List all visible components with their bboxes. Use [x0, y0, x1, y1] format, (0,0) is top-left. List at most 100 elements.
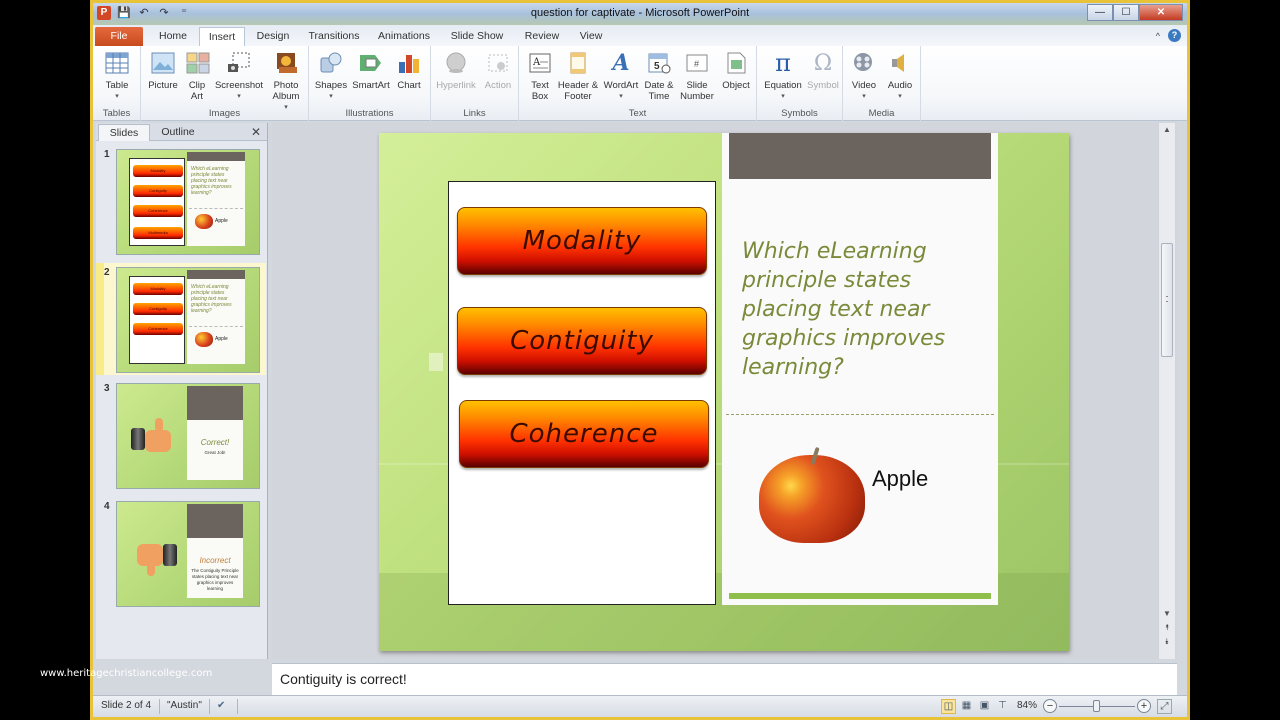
apple-thumbnail-icon [195, 332, 213, 347]
zoom-out-button[interactable]: − [1043, 699, 1057, 713]
notes-pane[interactable]: Contiguity is correct! [272, 663, 1177, 695]
title-bar: P 💾 ↶ ↷ ⁼ question for captivate - Micro… [93, 3, 1187, 25]
tab-file[interactable]: File [95, 27, 143, 46]
workspace: Slides Outline ✕ 1 Modality Contiguity C… [93, 121, 1187, 695]
thumbs-down-icon [129, 544, 179, 576]
svg-text:A: A [532, 57, 541, 68]
minimize-button[interactable]: — [1087, 4, 1113, 21]
table-button[interactable]: Table ▾ [101, 50, 133, 102]
audio-button[interactable]: Audio ▾ [883, 50, 917, 102]
tab-animations[interactable]: Animations [373, 27, 435, 46]
vertical-scrollbar[interactable]: ▲ ▼ ⯭ ⯯ [1158, 123, 1175, 659]
reading-view-icon[interactable]: ▣ [977, 699, 992, 714]
shapes-icon [318, 50, 344, 76]
smartart-button[interactable]: SmartArt [351, 50, 391, 91]
slide-sorter-view-icon[interactable]: ▦ [959, 699, 974, 714]
header-footer-icon [565, 50, 591, 76]
tab-review[interactable]: Review [519, 27, 565, 46]
insert-ribbon: Table ▾ Tables Picture Clip Art Screensh… [93, 46, 1187, 121]
equation-icon: π [775, 48, 791, 77]
tab-view[interactable]: View [573, 27, 609, 46]
header-footer-button[interactable]: Header & Footer [557, 50, 599, 102]
table-icon [104, 50, 130, 76]
scroll-down-icon[interactable]: ▼ [1159, 609, 1175, 618]
equation-button[interactable]: π Equation ▾ [761, 50, 805, 102]
slide-thumbnail-3[interactable]: 3 Correct! Great Job! [96, 379, 266, 491]
picture-icon [150, 50, 176, 76]
object-button[interactable]: Object [719, 50, 753, 91]
notes-text[interactable]: Contiguity is correct! [280, 671, 407, 687]
chart-button[interactable]: Chart [393, 50, 425, 91]
next-slide-icon[interactable]: ⯯ [1159, 637, 1175, 647]
shapes-button[interactable]: Shapes ▾ [313, 50, 349, 102]
symbol-button[interactable]: Ω Symbol [805, 50, 841, 91]
slide-thumbnail-4[interactable]: 4 Incorrect The Contiguity Principle sta… [96, 497, 266, 609]
clip-art-button[interactable]: Clip Art [185, 50, 210, 102]
normal-view-icon[interactable]: ◫ [941, 699, 956, 714]
picture-button[interactable]: Picture [145, 50, 181, 91]
thumbnail-image: Incorrect The Contiguity Principle state… [116, 501, 260, 607]
apple-image [759, 446, 865, 543]
close-pane-icon[interactable]: ✕ [251, 125, 261, 139]
text-box-button[interactable]: A Text Box [525, 50, 555, 102]
group-media: Video ▾ Audio ▾ Media [843, 46, 921, 121]
ribbon-right-controls: ^ ? [1156, 29, 1181, 42]
slide-thumbnail-1[interactable]: 1 Modality Contiguity Coherence Multimed… [96, 145, 266, 257]
window-title: question for captivate - Microsoft Power… [530, 7, 750, 19]
slide-number: 3 [104, 383, 110, 394]
apple-label: Apple [872, 466, 929, 491]
theme-name[interactable]: "Austin" [167, 700, 202, 711]
slide-number: 2 [104, 267, 110, 278]
tab-transitions[interactable]: Transitions [303, 27, 365, 46]
thumbnail-image: Correct! Great Job! [116, 383, 260, 489]
scroll-thumb[interactable] [1161, 243, 1173, 357]
tab-home[interactable]: Home [149, 27, 197, 46]
wordart-icon: A [612, 49, 630, 76]
tab-outline[interactable]: Outline [152, 124, 204, 141]
thumbnail-image: Modality Contiguity Coherence Multimedia… [116, 149, 260, 255]
screenshot-button[interactable]: Screenshot ▾ [213, 50, 265, 102]
answer-button-contiguity[interactable]: Contiguity [457, 307, 707, 375]
slide-number-button[interactable]: # Slide Number [677, 50, 717, 102]
slide-thumbnail-2[interactable]: 2 Modality Contiguity Coherence Which eL… [96, 263, 266, 375]
smartart-icon [358, 50, 384, 76]
window-controls: — ☐ ✕ [1087, 4, 1183, 21]
zoom-level[interactable]: 84% [1017, 700, 1037, 711]
screen-frame: www.heritagechristiancollege.com P 💾 ↶ ↷… [0, 0, 1280, 720]
minimize-ribbon-icon[interactable]: ^ [1156, 31, 1160, 41]
maximize-button[interactable]: ☐ [1113, 4, 1139, 21]
video-button[interactable]: Video ▾ [847, 50, 881, 102]
date-time-button[interactable]: 5 Date & Time [643, 50, 675, 102]
zoom-slider-knob[interactable] [1093, 700, 1100, 712]
action-button[interactable]: Action [481, 50, 515, 91]
text-box-icon: A [527, 50, 553, 76]
answer-panel: Modality Contiguity Coherence [448, 181, 716, 605]
answer-button-coherence[interactable]: Coherence [459, 400, 709, 468]
scroll-up-icon[interactable]: ▲ [1159, 125, 1175, 134]
hyperlink-button[interactable]: Hyperlink [435, 50, 477, 91]
slide-indicator: Slide 2 of 4 [101, 700, 152, 711]
svg-text:#: # [694, 59, 699, 69]
photo-album-button[interactable]: Photo Album ▾ [267, 50, 305, 113]
screenshot-icon [226, 50, 252, 76]
group-label-text: Text [628, 108, 647, 119]
spellcheck-icon[interactable]: ✔ [217, 700, 225, 711]
fit-to-window-icon[interactable]: ⤢ [1157, 699, 1172, 714]
pane-tabs: Slides Outline ✕ [96, 123, 267, 141]
chart-icon [396, 50, 422, 76]
group-label-images: Images [208, 108, 241, 119]
group-images: Picture Clip Art Screenshot ▾ Photo Albu… [141, 46, 309, 121]
zoom-in-button[interactable]: + [1137, 699, 1151, 713]
close-button[interactable]: ✕ [1139, 4, 1183, 21]
answer-button-modality[interactable]: Modality [457, 207, 707, 275]
previous-slide-icon[interactable]: ⯭ [1159, 623, 1175, 633]
wordart-button[interactable]: A WordArt ▾ [601, 50, 641, 102]
tab-insert[interactable]: Insert [199, 27, 245, 46]
help-icon[interactable]: ? [1168, 29, 1181, 42]
slides-pane: Slides Outline ✕ 1 Modality Contiguity C… [96, 123, 268, 659]
tab-slides[interactable]: Slides [98, 124, 150, 141]
tab-design[interactable]: Design [249, 27, 297, 46]
tab-slide-show[interactable]: Slide Show [447, 27, 507, 46]
slideshow-view-icon[interactable]: ⊤ [995, 699, 1010, 714]
current-slide[interactable]: Modality Contiguity Coherence Which eLea… [379, 133, 1069, 651]
